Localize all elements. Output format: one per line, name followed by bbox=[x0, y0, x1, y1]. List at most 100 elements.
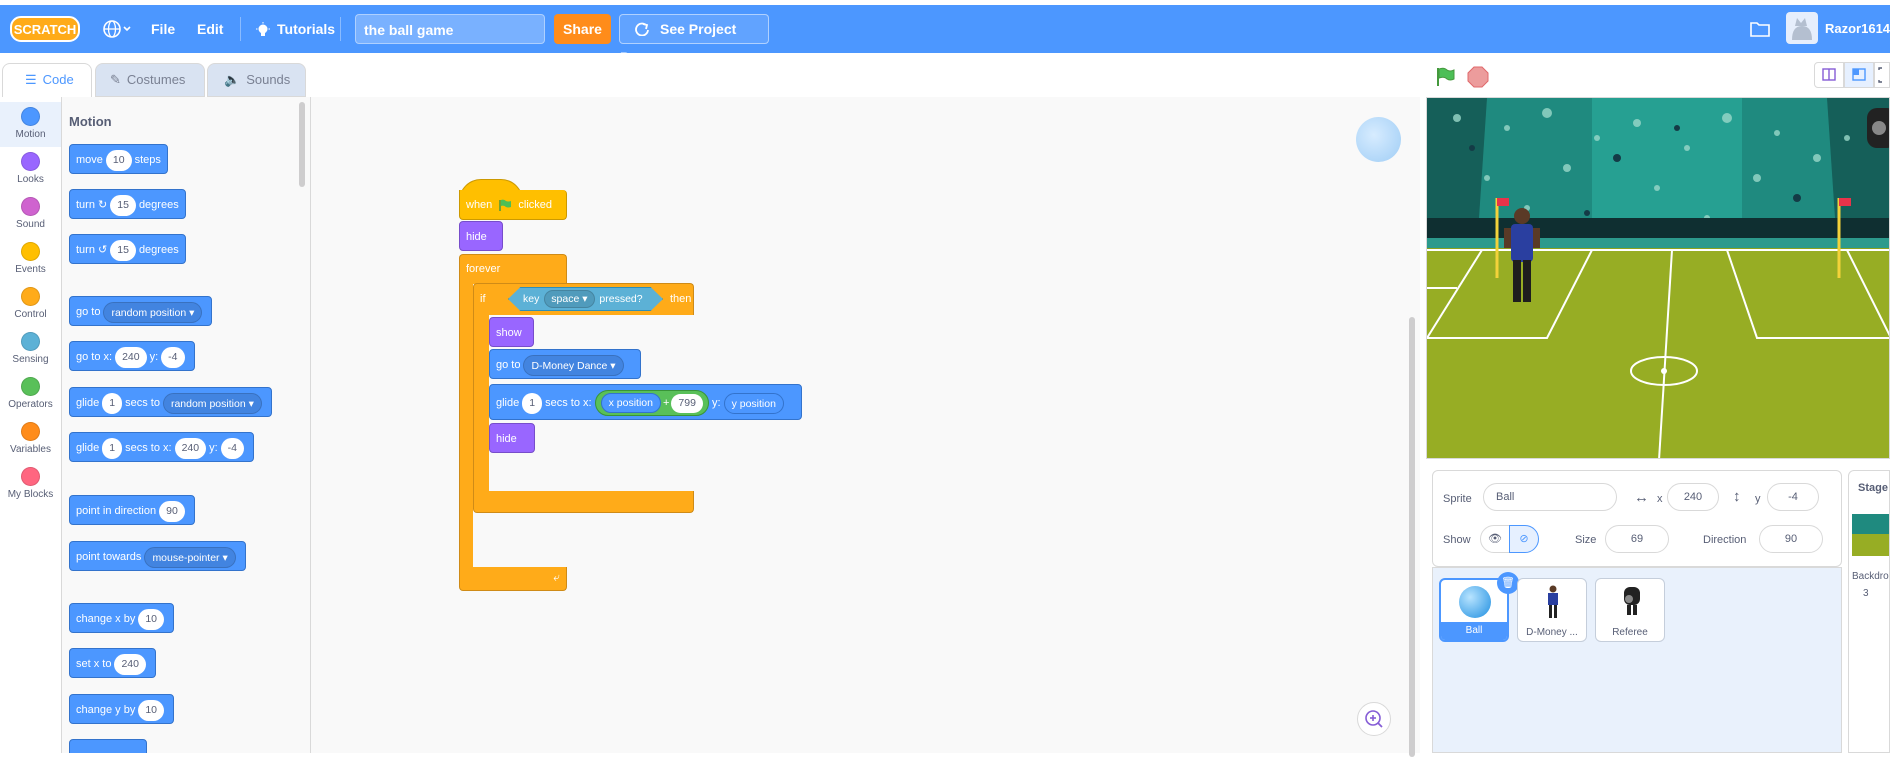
x-input[interactable]: 240 bbox=[115, 346, 147, 368]
stop-sign-icon bbox=[1467, 66, 1489, 88]
x-position-reporter[interactable]: x position bbox=[600, 393, 661, 414]
secs-input[interactable]: 1 bbox=[102, 437, 123, 459]
username[interactable]: Razor1614 bbox=[1825, 5, 1890, 53]
block-set-x[interactable]: set x to 240 bbox=[69, 648, 156, 678]
block-change-y[interactable]: change y by 10 bbox=[69, 694, 175, 724]
value-input[interactable]: 240 bbox=[114, 653, 146, 675]
addition-block[interactable]: x position +799 bbox=[594, 390, 709, 417]
category-sensing[interactable]: Sensing bbox=[0, 327, 61, 372]
category-motion[interactable]: Motion bbox=[0, 102, 61, 147]
tab-costumes[interactable]: ✎ Costumes bbox=[95, 63, 205, 97]
y-position-reporter[interactable]: y position bbox=[723, 392, 784, 414]
hide-block[interactable]: hide bbox=[489, 423, 535, 453]
dropdown-value: random position bbox=[170, 397, 246, 410]
value-input[interactable]: 10 bbox=[138, 699, 165, 721]
glide-to-xy-block[interactable]: glide 1 secs to x: x position +799 y: y posi… bbox=[489, 384, 802, 420]
stop-button[interactable] bbox=[1467, 66, 1489, 91]
tab-code[interactable]: ☰ Code bbox=[2, 63, 92, 98]
sprite-tile-referee[interactable]: Referee bbox=[1595, 578, 1665, 642]
block-glide-to-xy[interactable]: glide 1 secs to x: 240 y: -4 bbox=[69, 432, 254, 462]
share-button[interactable]: Share bbox=[554, 14, 611, 44]
value-input[interactable]: 10 bbox=[138, 608, 165, 630]
show-block[interactable]: show bbox=[489, 317, 534, 347]
tutorials-button[interactable]: Tutorials bbox=[255, 5, 335, 53]
small-stage-button[interactable] bbox=[1814, 62, 1844, 88]
target-dropdown[interactable]: random position ▾ bbox=[162, 392, 262, 414]
hide-block[interactable]: hide bbox=[459, 221, 503, 251]
stage-canvas[interactable] bbox=[1426, 97, 1890, 459]
if-then-block[interactable]: if key space ▾ pressed? then bbox=[473, 283, 694, 315]
stage-target-pane[interactable]: Stage Backdrops 3 bbox=[1848, 470, 1890, 753]
y-input[interactable]: -4 bbox=[220, 437, 244, 459]
category-my-blocks[interactable]: My Blocks bbox=[0, 462, 61, 507]
target-dropdown[interactable]: random position ▾ bbox=[103, 301, 203, 323]
secs-input[interactable]: 1 bbox=[522, 392, 543, 414]
svg-text:SCRATCH: SCRATCH bbox=[14, 22, 77, 37]
key-pressed-block[interactable]: key space ▾ pressed? bbox=[508, 287, 663, 311]
category-sound[interactable]: Sound bbox=[0, 192, 61, 237]
sprite-tile-ball[interactable]: Ball 🗑 bbox=[1439, 572, 1519, 642]
when-flag-clicked-block[interactable]: when clicked bbox=[459, 190, 567, 220]
size-input[interactable]: 69 bbox=[1605, 525, 1669, 553]
key-dropdown[interactable]: space ▾ bbox=[544, 290, 595, 309]
script-area[interactable]: when clicked hide forever ⤶ if key space… bbox=[311, 97, 1420, 757]
block-text: + bbox=[662, 397, 670, 410]
green-flag-button[interactable] bbox=[1434, 66, 1456, 91]
language-menu[interactable] bbox=[102, 5, 132, 53]
fullscreen-button[interactable] bbox=[1874, 62, 1890, 88]
show-visible-button[interactable]: 👁 bbox=[1480, 525, 1510, 553]
direction-input[interactable]: 90 bbox=[1759, 525, 1823, 553]
go-to-block[interactable]: go to D-Money Dance ▾ bbox=[489, 349, 641, 379]
forever-block[interactable]: forever bbox=[459, 254, 567, 284]
y-input[interactable]: -4 bbox=[1767, 483, 1819, 511]
block-turn-left[interactable]: turn ↺ 15 degrees bbox=[69, 234, 186, 264]
y-input[interactable]: -4 bbox=[161, 346, 185, 368]
degrees-input[interactable]: 15 bbox=[110, 239, 136, 261]
secs-input[interactable]: 1 bbox=[102, 392, 123, 414]
show-hidden-button[interactable]: ⊘ bbox=[1509, 525, 1539, 553]
category-events[interactable]: Events bbox=[0, 237, 61, 282]
zoom-in-button[interactable] bbox=[1357, 702, 1391, 736]
category-operators[interactable]: Operators bbox=[0, 372, 61, 417]
degrees-input[interactable]: 15 bbox=[110, 194, 136, 216]
my-stuff-folder-icon[interactable] bbox=[1750, 20, 1770, 40]
block-point-in-direction[interactable]: point in direction 90 bbox=[69, 495, 195, 525]
delete-sprite-button[interactable]: 🗑 bbox=[1497, 572, 1519, 594]
x-input[interactable]: 240 bbox=[174, 437, 207, 459]
block-turn-right[interactable]: turn ↻ 15 degrees bbox=[69, 189, 186, 219]
script-scrollbar[interactable] bbox=[1409, 317, 1415, 757]
tab-sounds[interactable]: 🔈 Sounds bbox=[207, 63, 306, 97]
project-title-input[interactable]: the ball game bbox=[355, 14, 545, 44]
block-text: pressed? bbox=[599, 293, 643, 305]
block-change-x[interactable]: change x by 10 bbox=[69, 603, 175, 633]
x-input[interactable]: 240 bbox=[1667, 483, 1719, 511]
block-point-towards[interactable]: point towards mouse-pointer ▾ bbox=[69, 541, 246, 571]
block-go-to[interactable]: go to random position ▾ bbox=[69, 296, 213, 326]
block-go-to-xy[interactable]: go to x: 240 y: -4 bbox=[69, 341, 195, 371]
palette-scrollbar[interactable] bbox=[299, 102, 305, 187]
steps-input[interactable]: 10 bbox=[105, 149, 132, 171]
small-stage-icon bbox=[1822, 68, 1836, 81]
direction-input[interactable]: 90 bbox=[159, 500, 185, 522]
category-control[interactable]: Control bbox=[0, 282, 61, 327]
category-looks[interactable]: Looks bbox=[0, 147, 61, 192]
rotate-left-icon: ↺ bbox=[98, 244, 108, 256]
trash-icon: 🗑 bbox=[1501, 577, 1515, 589]
block-move-steps[interactable]: move 10 steps bbox=[69, 144, 168, 174]
block-set-y[interactable] bbox=[69, 739, 147, 753]
avatar[interactable] bbox=[1786, 12, 1818, 44]
addend-input[interactable]: 799 bbox=[671, 393, 703, 413]
sprite-tile-d-money[interactable]: D-Money ... bbox=[1517, 578, 1587, 642]
block-glide-to[interactable]: glide 1 secs to random position ▾ bbox=[69, 387, 272, 417]
target-dropdown[interactable]: mouse-pointer ▾ bbox=[144, 546, 236, 568]
green-flag-icon bbox=[1437, 67, 1455, 86]
category-variables[interactable]: Variables bbox=[0, 417, 61, 462]
sprite-name: Ball bbox=[1441, 622, 1507, 640]
see-project-page-button[interactable]: See Project Page bbox=[619, 14, 769, 65]
file-menu[interactable]: File bbox=[151, 5, 175, 53]
target-dropdown[interactable]: D-Money Dance ▾ bbox=[523, 354, 624, 376]
large-stage-button[interactable] bbox=[1844, 62, 1874, 88]
sprite-name-input[interactable]: Ball bbox=[1483, 483, 1617, 511]
edit-menu[interactable]: Edit bbox=[197, 5, 223, 53]
scratch-logo[interactable]: SCRATCH bbox=[10, 15, 80, 43]
